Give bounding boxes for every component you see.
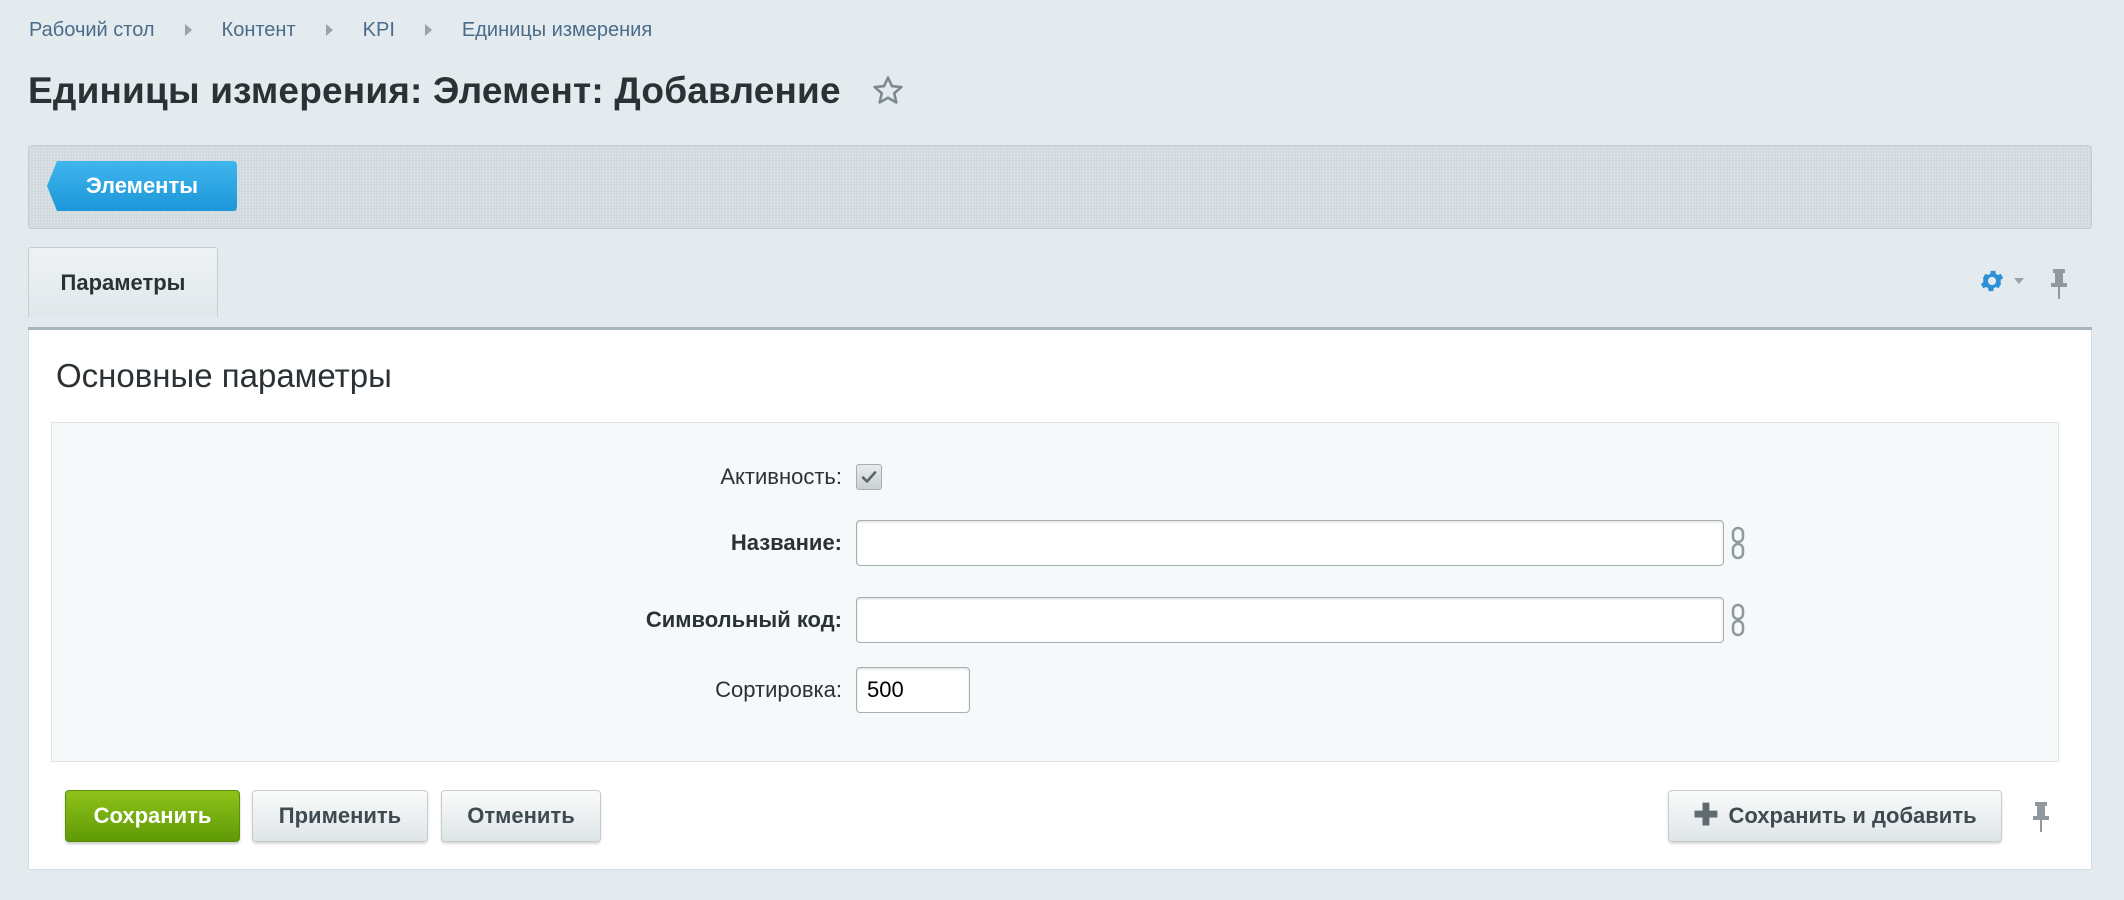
- row-name: Название:: [52, 520, 2058, 566]
- tab-content-card: Основные параметры Активность: Название:…: [28, 330, 2092, 870]
- section-title: Основные параметры: [56, 357, 392, 394]
- sort-input[interactable]: [856, 667, 970, 713]
- title-row: Единицы измерения: Элемент: Добавление: [28, 70, 905, 112]
- row-code: Символьный код:: [52, 597, 2058, 643]
- breadcrumb-separator-icon: [325, 24, 333, 36]
- row-sort: Сортировка:: [52, 667, 2058, 713]
- row-active: Активность:: [52, 464, 2058, 490]
- breadcrumb-kpi[interactable]: KPI: [363, 19, 395, 42]
- code-label: Символьный код:: [645, 607, 842, 632]
- save-button[interactable]: Сохранить: [65, 790, 240, 842]
- check-icon: [861, 471, 877, 483]
- breadcrumb: Рабочий стол Контент KPI Единицы измерен…: [29, 17, 652, 43]
- tab-bar: Параметры: [28, 247, 2092, 329]
- breadcrumb-separator-icon: [424, 24, 432, 36]
- active-label: Активность:: [720, 464, 842, 489]
- breadcrumb-units[interactable]: Единицы измерения: [462, 19, 652, 42]
- plus-icon: ✚: [1693, 799, 1719, 832]
- chevron-down-icon: [2014, 278, 2024, 284]
- star-icon[interactable]: [871, 74, 905, 108]
- breadcrumb-desktop[interactable]: Рабочий стол: [29, 19, 155, 42]
- breadcrumb-content[interactable]: Контент: [222, 19, 296, 42]
- code-input[interactable]: [856, 597, 1724, 643]
- cancel-button[interactable]: Отменить: [441, 790, 601, 842]
- link-icon[interactable]: [1730, 526, 1746, 560]
- active-checkbox[interactable]: [856, 464, 882, 490]
- pin-icon[interactable]: [2048, 267, 2070, 301]
- name-input[interactable]: [856, 520, 1724, 566]
- save-and-add-label: Сохранить и добавить: [1728, 803, 1977, 828]
- elements-back-button[interactable]: Элементы: [47, 161, 237, 211]
- name-label: Название:: [730, 530, 842, 555]
- sort-label: Сортировка:: [715, 677, 842, 702]
- link-icon[interactable]: [1730, 603, 1746, 637]
- pin-icon[interactable]: [2030, 800, 2052, 834]
- save-and-add-button[interactable]: ✚ Сохранить и добавить: [1668, 790, 2002, 842]
- page-title: Единицы измерения: Элемент: Добавление: [28, 70, 841, 111]
- context-toolbar: Элементы: [28, 145, 2092, 229]
- settings-menu[interactable]: [1978, 267, 2024, 295]
- apply-button[interactable]: Применить: [252, 790, 428, 842]
- gear-icon[interactable]: [1978, 267, 2006, 295]
- breadcrumb-separator-icon: [184, 24, 192, 36]
- tab-parameters[interactable]: Параметры: [28, 247, 218, 317]
- form-panel: Активность: Название: Символьный код: Со…: [51, 422, 2059, 762]
